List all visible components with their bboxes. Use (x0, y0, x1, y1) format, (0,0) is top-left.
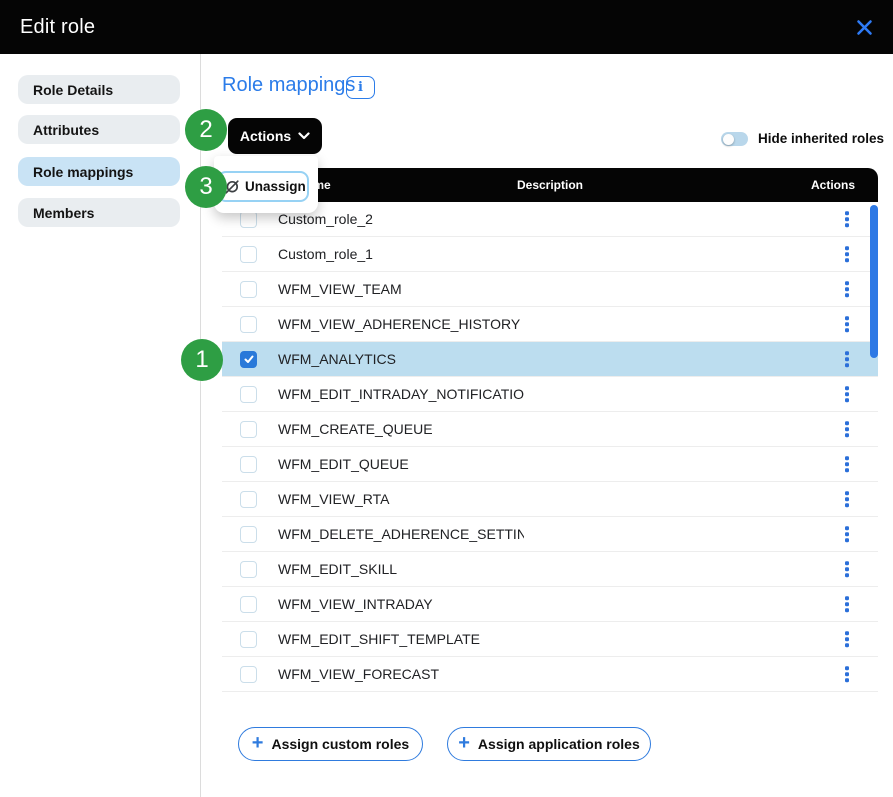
table-row[interactable]: WFM_VIEW_TEAM (222, 272, 878, 307)
row-checkbox[interactable] (240, 281, 257, 298)
annotation-step-1-badge: 1 (181, 339, 223, 381)
row-actions-kebab-icon[interactable] (842, 278, 852, 300)
row-name-label: WFM_ANALYTICS (278, 351, 396, 367)
assign-application-roles-button[interactable]: + Assign application roles (447, 727, 651, 761)
row-checkbox[interactable] (240, 316, 257, 333)
sidebar-item-attributes[interactable]: Attributes (18, 115, 180, 144)
table-body: Custom_role_2 Custom_role_1 WFM_VIEW_TEAM W… (222, 202, 878, 692)
table-header: Name Description Actions (222, 168, 878, 202)
table-row[interactable]: WFM_EDIT_INTRADAY_NOTIFICATION (222, 377, 878, 412)
plus-icon: + (458, 733, 470, 753)
assign-custom-roles-label: Assign custom roles (271, 736, 409, 752)
sidebar-item-label: Members (33, 205, 94, 221)
row-checkbox[interactable] (240, 631, 257, 648)
row-name-label: WFM_VIEW_RTA (278, 491, 390, 507)
row-actions-kebab-icon[interactable] (842, 348, 852, 370)
sidebar-item-role-mappings[interactable]: Role mappings (18, 157, 180, 186)
column-header-description: Description (222, 178, 878, 192)
row-actions-kebab-icon[interactable] (842, 488, 852, 510)
row-checkbox[interactable] (240, 386, 257, 403)
row-name-label: WFM_EDIT_QUEUE (278, 456, 409, 472)
edit-role-dialog: Edit role Role Details Attributes Role m… (0, 0, 893, 797)
sidebar-item-label: Role mappings (33, 164, 133, 180)
annotation-step-3-badge: 3 (185, 166, 227, 208)
row-checkbox[interactable] (240, 246, 257, 263)
table-row[interactable]: Custom_role_1 (222, 237, 878, 272)
sidebar-item-members[interactable]: Members (18, 198, 180, 227)
table-row[interactable]: WFM_EDIT_QUEUE (222, 447, 878, 482)
row-checkbox[interactable] (240, 561, 257, 578)
sidebar-item-label: Attributes (33, 122, 99, 138)
vertical-scrollbar-thumb[interactable] (870, 205, 878, 358)
annotation-step-2-badge: 2 (185, 109, 227, 151)
row-name-label: WFM_EDIT_INTRADAY_NOTIFICATION (278, 386, 524, 402)
table-row[interactable]: WFM_VIEW_INTRADAY (222, 587, 878, 622)
chevron-down-icon (298, 132, 310, 140)
row-actions-kebab-icon[interactable] (842, 663, 852, 685)
close-icon[interactable] (850, 13, 878, 41)
row-name-label: WFM_EDIT_SHIFT_TEMPLATE (278, 631, 480, 647)
assign-application-roles-label: Assign application roles (478, 736, 640, 752)
table-row[interactable]: WFM_VIEW_FORECAST (222, 657, 878, 692)
table-row[interactable]: Custom_role_2 (222, 202, 878, 237)
table-row[interactable]: WFM_VIEW_ADHERENCE_HISTORY (222, 307, 878, 342)
actions-dropdown-menu: Unassign (214, 156, 318, 213)
hide-inherited-label: Hide inherited roles (758, 131, 884, 146)
row-checkbox[interactable] (240, 491, 257, 508)
dialog-header: Edit role (0, 0, 893, 54)
row-name-label: WFM_VIEW_TEAM (278, 281, 402, 297)
row-name-label: WFM_EDIT_SKILL (278, 561, 397, 577)
row-checkbox[interactable] (240, 526, 257, 543)
hide-inherited-toggle[interactable] (721, 132, 748, 146)
row-actions-kebab-icon[interactable] (842, 313, 852, 335)
row-actions-kebab-icon[interactable] (842, 208, 852, 230)
table-row[interactable]: WFM_EDIT_SHIFT_TEMPLATE (222, 622, 878, 657)
row-checkbox[interactable] (240, 351, 257, 368)
unassign-label: Unassign (245, 179, 306, 194)
row-name-label: WFM_DELETE_ADHERENCE_SETTINGS (278, 526, 524, 542)
row-name-label: Custom_role_1 (278, 246, 373, 262)
row-actions-kebab-icon[interactable] (842, 453, 852, 475)
table-row[interactable]: WFM_CREATE_QUEUE (222, 412, 878, 447)
table-row[interactable]: WFM_EDIT_SKILL (222, 552, 878, 587)
row-actions-kebab-icon[interactable] (842, 523, 852, 545)
row-actions-kebab-icon[interactable] (842, 383, 852, 405)
row-name-label: WFM_VIEW_INTRADAY (278, 596, 433, 612)
row-name-label: WFM_VIEW_ADHERENCE_HISTORY (278, 316, 520, 332)
row-checkbox[interactable] (240, 666, 257, 683)
table-row[interactable]: WFM_VIEW_RTA (222, 482, 878, 517)
row-actions-kebab-icon[interactable] (842, 593, 852, 615)
plus-icon: + (252, 733, 264, 753)
row-checkbox[interactable] (240, 456, 257, 473)
actions-button[interactable]: Actions (228, 118, 322, 154)
row-checkbox[interactable] (240, 211, 257, 228)
row-actions-kebab-icon[interactable] (842, 243, 852, 265)
actions-button-label: Actions (240, 128, 291, 144)
info-icon[interactable]: i (346, 76, 375, 99)
dialog-title: Edit role (20, 16, 95, 39)
table-row[interactable]: WFM_DELETE_ADHERENCE_SETTINGS (222, 517, 878, 552)
sidebar-item-role-details[interactable]: Role Details (18, 75, 180, 104)
page-title: Role mappings (222, 74, 355, 97)
table-row[interactable]: WFM_ANALYTICS (222, 342, 878, 377)
row-actions-kebab-icon[interactable] (842, 628, 852, 650)
unassign-menu-item[interactable]: Unassign (217, 171, 309, 202)
row-checkbox[interactable] (240, 421, 257, 438)
row-actions-kebab-icon[interactable] (842, 418, 852, 440)
row-name-label: WFM_VIEW_FORECAST (278, 666, 439, 682)
column-header-actions: Actions (811, 178, 855, 192)
row-checkbox[interactable] (240, 596, 257, 613)
sidebar-item-label: Role Details (33, 82, 113, 98)
row-actions-kebab-icon[interactable] (842, 558, 852, 580)
assign-custom-roles-button[interactable]: + Assign custom roles (238, 727, 423, 761)
row-name-label: Custom_role_2 (278, 211, 373, 227)
row-name-label: WFM_CREATE_QUEUE (278, 421, 433, 437)
toggle-knob (723, 134, 734, 145)
